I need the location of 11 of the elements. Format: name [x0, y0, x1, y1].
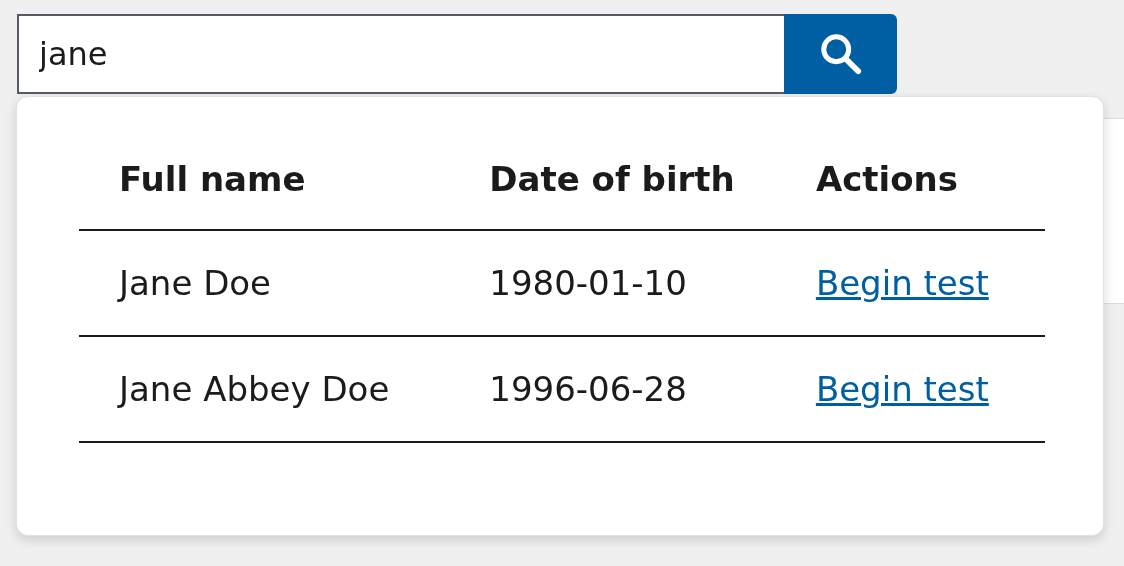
table-cell: 1996-06-28	[449, 336, 776, 442]
column-header: Full name	[79, 159, 450, 230]
column-header: Date of birth	[449, 159, 776, 230]
column-header: Actions	[775, 159, 1045, 230]
search-field[interactable]: jane	[17, 14, 784, 94]
table-cell: 1980-01-10	[449, 230, 776, 336]
table-cell: Jane Doe	[79, 230, 450, 336]
begin-test-link[interactable]: Begin test	[815, 369, 989, 409]
search-button[interactable]	[784, 14, 897, 94]
begin-test-link[interactable]: Begin test	[815, 263, 989, 303]
table-cell: Jane Abbey Doe	[79, 336, 450, 442]
